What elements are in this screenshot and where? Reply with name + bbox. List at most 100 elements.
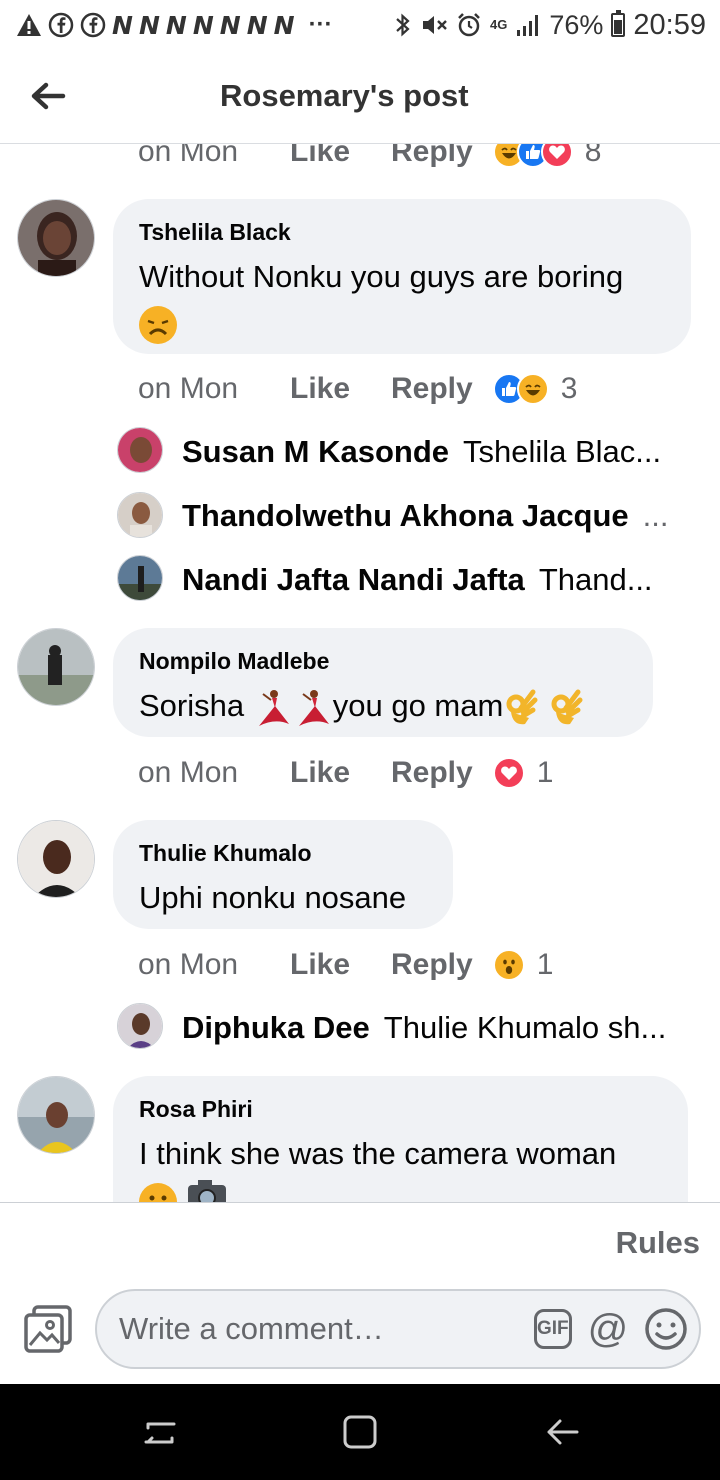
n-icon: N [112,10,133,40]
reply-author[interactable]: Thandolwethu Akhona Jacque [182,498,629,534]
like-button[interactable]: Like [290,756,391,790]
comment-bubble[interactable]: Tshelila Black Without Nonku you guys ar… [113,199,691,354]
comment-time[interactable]: on Mon [138,144,290,169]
like-button[interactable]: Like [290,948,391,982]
like-button[interactable]: Like [290,372,391,406]
comment-text-content: you go mam [332,688,504,723]
home-button[interactable] [340,1412,380,1452]
comment-text: I think she was the camera woman [139,1131,662,1202]
battery-percent: 76% [549,9,604,40]
comments-list[interactable]: on Mon Like Reply 8 Tshelila Black Witho… [0,144,720,1202]
comment-text-content: Sorisha [139,688,253,723]
arrow-left-icon [31,82,66,110]
n-icon: N [165,10,187,40]
reply-button[interactable]: Reply [391,948,473,982]
reaction-summary[interactable] [492,144,573,168]
love-reaction-icon [492,757,525,789]
reaction-count: 1 [536,756,554,789]
dancer-icon [293,688,333,728]
avatar[interactable] [117,427,163,473]
comment-time[interactable]: on Mon [138,372,290,406]
network-type-label: 4G [490,17,508,32]
ok-hand-icon [548,688,584,728]
avatar[interactable] [117,1003,163,1049]
system-icons: 4G 76% 20:59 [394,9,706,42]
page-title: Rosemary's post [220,78,469,113]
reply-text: Thand... [538,562,653,597]
like-button[interactable]: Like [290,144,391,169]
post-header: Rosemary's post [0,50,720,144]
signal-icon [517,15,539,36]
avatar[interactable] [17,820,95,898]
comment-bubble[interactable]: Rosa Phiri I think she was the camera wo… [113,1076,688,1202]
notification-icons: N N N N N N N ··· [16,11,333,40]
comment-author[interactable]: Thulie Khumalo [139,840,427,867]
reaction-summary[interactable] [492,949,525,981]
comment-time[interactable]: on Mon [138,756,290,790]
comment-text-content: I think she was the camera woman [139,1136,617,1171]
avatar[interactable] [17,628,95,706]
wow-reaction-icon [492,949,525,981]
comment-author[interactable]: Nompilo Madlebe [139,648,627,675]
reply-button[interactable]: Reply [391,372,473,406]
mention-icon[interactable]: @ [588,1306,629,1352]
reply-preview[interactable]: Thandolwethu Akhona Jacque ... [182,493,692,539]
reply-author[interactable]: Nandi Jafta Nandi Jafta [182,562,525,598]
emoji-icon[interactable] [644,1306,688,1352]
comment-text: Uphi nonku nosane [139,880,407,915]
photo-button[interactable] [22,1303,74,1355]
comment-text: Sorisha you go mam [139,683,627,729]
back-nav-button[interactable] [543,1412,583,1452]
back-button[interactable] [28,78,68,114]
reply-text: Thulie Khumalo sh... [383,1010,667,1045]
n-icon: N [246,10,268,40]
recent-apps-icon [144,1422,176,1444]
comment-bubble[interactable]: Thulie Khumalo Uphi nonku nosane [113,820,453,929]
recent-apps-button[interactable] [140,1412,180,1452]
back-nav-icon [547,1419,579,1445]
status-bar: N N N N N N N ··· 4G 76% 20:59 [0,0,720,50]
avatar[interactable] [117,492,163,538]
ok-hand-icon [503,688,539,728]
n-icon: N [219,10,241,40]
reply-preview[interactable]: Nandi Jafta Nandi Jafta Thand... [182,557,692,603]
comment-input-container[interactable]: GIF @ [95,1289,701,1369]
warning-icon [17,14,41,36]
comment-time[interactable]: on Mon [138,948,290,982]
reply-author[interactable]: Susan M Kasonde [182,434,449,470]
comment-actions: on Mon Like Reply 8 [138,144,601,172]
avatar[interactable] [17,199,95,277]
reply-preview[interactable]: Diphuka Dee Thulie Khumalo sh... [182,1005,692,1051]
dancer-icon [253,688,293,728]
reaction-summary[interactable] [492,373,549,405]
reaction-summary[interactable] [492,757,525,789]
comment-input[interactable] [119,1311,518,1347]
clock: 20:59 [633,8,706,41]
gif-icon[interactable]: GIF [534,1309,572,1349]
n-icon: N [138,10,160,40]
reaction-count: 3 [560,372,578,405]
n-icon: N [192,10,214,40]
comment-bubble[interactable]: Nompilo Madlebe Sorisha you go mam [113,628,653,737]
comment-composer: Rules GIF @ [0,1202,720,1384]
comment-text-content: Without Nonku you guys are boring [139,259,624,294]
rules-link[interactable]: Rules [616,1225,700,1261]
facebook-icon [80,12,106,38]
reply-preview[interactable]: Susan M Kasonde Tshelila Blac... [182,429,692,475]
thinking-face-icon [139,1182,177,1202]
reaction-count: 8 [584,144,602,168]
comment-author[interactable]: Rosa Phiri [139,1096,662,1123]
comment-actions: on Mon Like Reply 3 [138,369,577,409]
love-reaction-icon [540,144,573,168]
avatar[interactable] [17,1076,95,1154]
comment-actions: on Mon Like Reply 1 [138,753,553,793]
comment-author[interactable]: Tshelila Black [139,219,665,246]
camera-icon [186,1177,228,1202]
reply-button[interactable]: Reply [391,756,473,790]
reaction-count: 1 [536,948,554,981]
comment-actions: on Mon Like Reply 1 [138,945,553,985]
reply-button[interactable]: Reply [391,144,473,169]
reply-author[interactable]: Diphuka Dee [182,1010,370,1046]
avatar[interactable] [117,555,163,601]
reply-text: ... [642,498,669,533]
